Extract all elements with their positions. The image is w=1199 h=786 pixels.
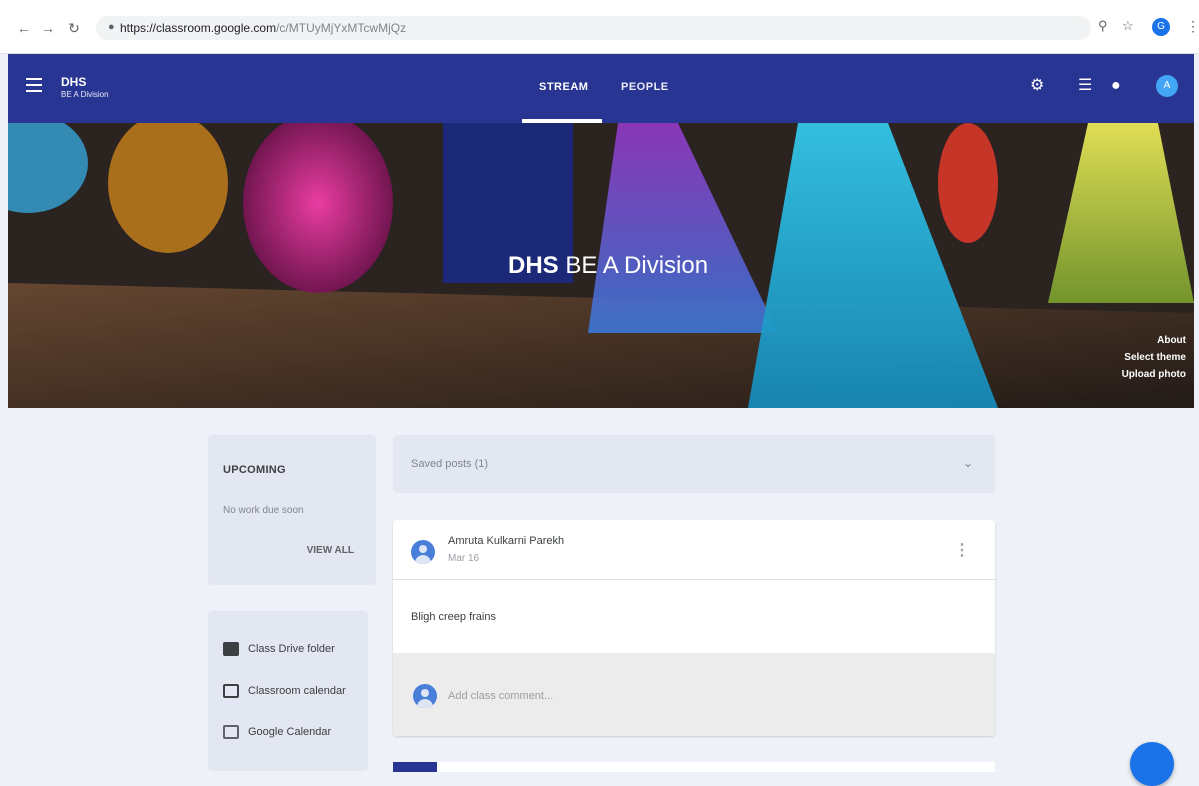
upcoming-title: UPCOMING [223,464,286,476]
stream-post: Amruta Kulkarni Parekh Mar 16 ⋮ Bligh cr… [393,520,995,736]
tab-people[interactable]: PEOPLE [621,81,669,93]
comment-area: Add class comment... [393,653,995,736]
user-avatar[interactable]: A [1156,75,1178,97]
forward-icon[interactable]: → [40,20,56,36]
url-host: https://classroom.google.com [120,21,277,35]
google-calendar-link[interactable]: Google Calendar [223,721,331,743]
banner-links: About Select theme Upload photo [1122,332,1186,383]
zoom-icon[interactable]: ⚲ [1098,18,1108,34]
back-icon[interactable]: ← [16,20,32,36]
post-header: Amruta Kulkarni Parekh Mar 16 ⋮ [393,520,995,580]
class-drive-folder-link[interactable]: Class Drive folder [223,638,335,660]
link-label: Classroom calendar [248,685,346,697]
author-avatar [411,540,435,564]
banner-class-title: DHS BE A Division [508,252,708,280]
settings-gear-icon[interactable]: ⚙ [1030,78,1044,94]
class-banner: DHS BE A Division About Select theme Upl… [8,123,1194,408]
browser-toolbar: ← → ↻ ● https://classroom.google.com/c/M… [0,0,1199,54]
banner-title-bold: DHS [508,252,559,279]
post-date: Mar 16 [448,553,480,564]
saved-posts-label: Saved posts (1) [411,458,489,470]
view-all-button[interactable]: VIEW ALL [307,545,354,556]
reload-icon[interactable]: ↻ [66,20,82,37]
class-name[interactable]: DHS [61,76,86,88]
folder-icon [223,642,239,656]
calendar-icon [223,684,239,698]
notifications-icon[interactable]: ● [1111,78,1121,94]
classroom-calendar-link[interactable]: Classroom calendar [223,680,346,702]
post-body: Bligh creep frains [411,611,496,623]
upcoming-empty-text: No work due soon [223,505,304,516]
browser-profile-avatar[interactable]: G [1152,18,1170,36]
class-links-card: Class Drive folder Classroom calendar Go… [208,611,368,771]
bookmark-star-icon[interactable]: ☆ [1122,18,1134,34]
add-comment-input[interactable]: Add class comment... [448,690,553,702]
browser-menu-icon[interactable]: ⋮ [1186,18,1199,35]
chevron-down-icon[interactable]: ⌄ [963,456,973,470]
commenter-avatar [413,684,437,708]
saved-posts-bar[interactable]: Saved posts (1) ⌄ [393,435,995,493]
about-link[interactable]: About [1122,332,1186,349]
google-calendar-icon [223,725,239,739]
link-label: Class Drive folder [248,643,335,655]
app-header: DHS BE A Division STREAM PEOPLE ⚙ ☰ ● A [8,54,1194,123]
link-label: Google Calendar [248,726,332,738]
upload-photo-link[interactable]: Upload photo [1122,366,1186,383]
class-section: BE A Division [61,90,109,99]
upcoming-card: UPCOMING No work due soon VIEW ALL [208,435,376,585]
apps-grid-icon[interactable]: ☰ [1078,78,1092,94]
banner-title-rest: BE A Division [558,252,709,279]
more-options-icon[interactable]: ⋮ [954,540,970,560]
tab-stream[interactable]: STREAM [539,81,588,93]
address-bar[interactable]: ● https://classroom.google.com/c/MTUyMjY… [96,16,1091,40]
main-menu-icon[interactable] [26,78,42,92]
post-author: Amruta Kulkarni Parekh [448,535,565,547]
help-fab-button[interactable] [1130,742,1174,786]
url-text: https://classroom.google.com/c/MTUyMjYxM… [120,21,406,35]
url-path: /c/MTUyMjYxMTcwMjQz [276,21,407,35]
select-theme-link[interactable]: Select theme [1122,349,1186,366]
lock-icon: ● [108,21,115,33]
